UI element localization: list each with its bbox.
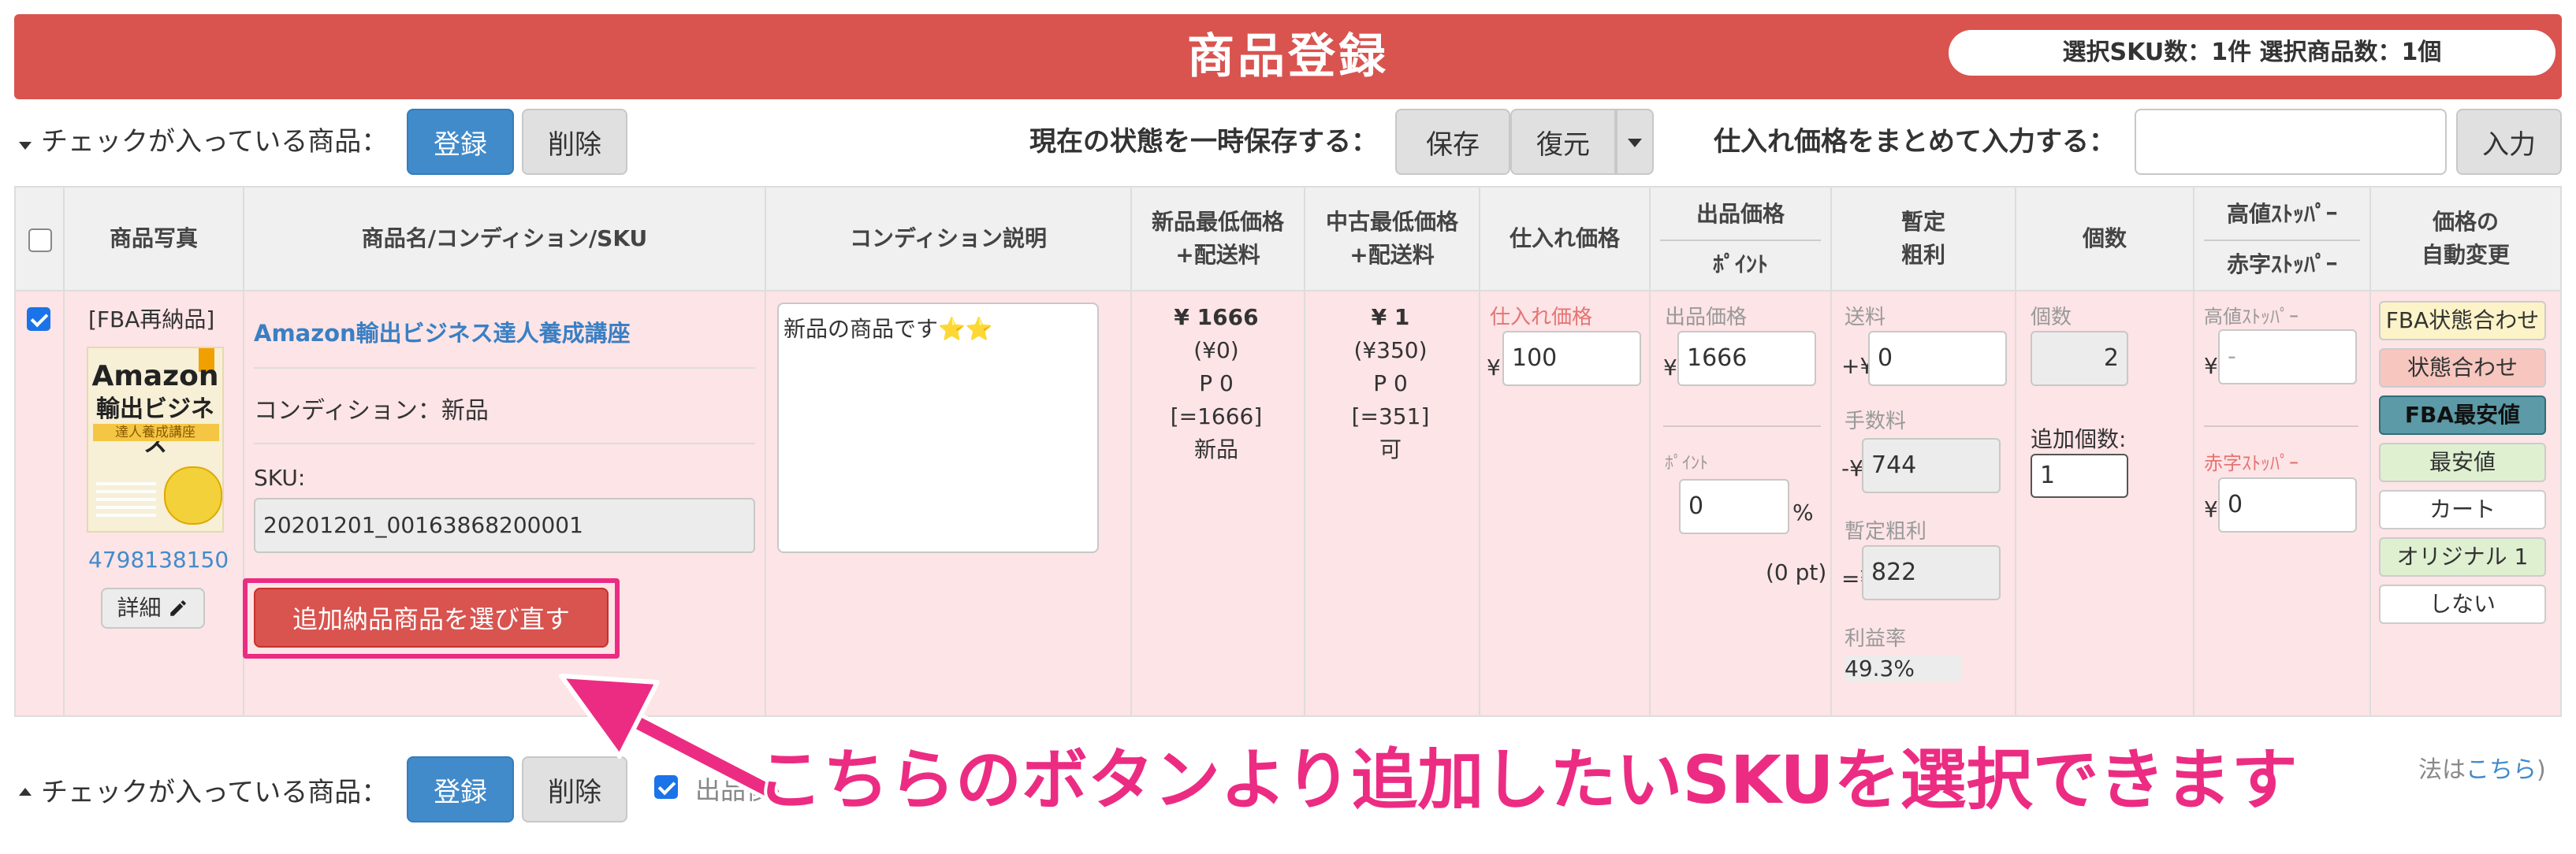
fba-restock-tag: [FBA再納品] bbox=[88, 306, 215, 332]
pencil-icon bbox=[170, 600, 187, 616]
auto-option-none[interactable]: しない bbox=[2379, 585, 2546, 624]
caret-down-icon bbox=[19, 137, 32, 152]
checked-items-label: チェックが入っている商品： bbox=[41, 126, 389, 158]
detail-button[interactable]: 詳細 bbox=[101, 588, 205, 629]
col-auto-price: 価格の 自動変更 bbox=[2421, 209, 2510, 268]
highlight-frame bbox=[243, 578, 620, 659]
caret-up-icon bbox=[19, 783, 32, 798]
gross-profit-field: 822 bbox=[1862, 545, 2001, 600]
restore-dropdown-toggle[interactable] bbox=[1616, 109, 1654, 175]
point-input[interactable]: 0 bbox=[1679, 479, 1789, 534]
col-used-min: 中古最低価格 +配送料 bbox=[1325, 209, 1458, 268]
save-button[interactable]: 保存 bbox=[1395, 109, 1510, 175]
shipping-input[interactable]: 0 bbox=[1868, 331, 2007, 386]
purchase-price-label: 仕入れ価格 bbox=[1490, 306, 1593, 329]
product-name-link[interactable]: Amazon輸出ビジネス達人養成講座 bbox=[254, 315, 631, 348]
register-button[interactable]: 登録 bbox=[407, 109, 514, 175]
additional-quantity-input[interactable]: 1 bbox=[2031, 454, 2128, 498]
listing-price-input[interactable]: 1666 bbox=[1677, 331, 1816, 386]
purchase-price-input[interactable]: 100 bbox=[1502, 331, 1641, 386]
col-condition-desc: コンディション説明 bbox=[849, 225, 1048, 251]
auto-option-state[interactable]: 状態合わせ bbox=[2379, 348, 2546, 388]
page-header: 商品登録 選択SKU数：1件 選択商品数：1個 bbox=[14, 14, 2562, 99]
bulk-price-enter-button[interactable]: 入力 bbox=[2456, 109, 2562, 175]
select-all-checkbox[interactable] bbox=[28, 228, 52, 252]
col-quantity: 個数 bbox=[2082, 225, 2127, 251]
used-min-price: ¥ 1 (¥350) P 0 [=351] 可 bbox=[1351, 304, 1430, 462]
delete-button[interactable]: 削除 bbox=[522, 109, 627, 175]
caret-down-icon bbox=[1628, 139, 1642, 147]
sku-label: SKU: bbox=[254, 465, 306, 491]
checked-items-label-bottom: チェックが入っている商品： bbox=[41, 777, 389, 808]
register-button-bottom[interactable]: 登録 bbox=[407, 756, 514, 822]
col-profit: 暫定 粗利 bbox=[1900, 209, 1945, 268]
condition-desc-textarea[interactable] bbox=[777, 303, 1099, 553]
fee-field: 744 bbox=[1862, 438, 2001, 493]
annotation-text: こちらのボタンより追加したいSKUを選択できます bbox=[757, 741, 2298, 819]
profit-rate-value: 49.3% bbox=[1845, 655, 1962, 681]
product-image[interactable]: Amazon 輸出ビジネス 達人養成講座 bbox=[87, 347, 224, 533]
quantity-field: 2 bbox=[2031, 331, 2128, 386]
low-stopper-input[interactable]: 0 bbox=[2218, 477, 2357, 533]
row-checkbox[interactable] bbox=[27, 307, 50, 331]
col-purchase-price: 仕入れ価格 bbox=[1509, 225, 1620, 251]
col-photo: 商品写真 bbox=[109, 225, 198, 251]
bottom-option-checkbox[interactable] bbox=[654, 775, 678, 799]
point-value-text: (0 pt) bbox=[1766, 559, 1827, 585]
high-stopper-input[interactable]: - bbox=[2218, 329, 2357, 384]
delete-button-bottom[interactable]: 削除 bbox=[522, 756, 627, 822]
new-min-price: ¥ 1666 (¥0) P 0 [=1666] 新品 bbox=[1170, 304, 1263, 462]
col-listing-price: 出品価格 ﾎﾟｲﾝﾄ bbox=[1651, 188, 1830, 290]
col-new-min: 新品最低価格 +配送料 bbox=[1151, 209, 1284, 268]
auto-option-cart[interactable]: カート bbox=[2379, 490, 2546, 529]
asin-link[interactable]: 4798138150 bbox=[88, 547, 229, 573]
auto-option-original[interactable]: オリジナル 1 bbox=[2379, 537, 2546, 577]
selection-summary-badge: 選択SKU数：1件 選択商品数：1個 bbox=[1949, 30, 2556, 76]
save-state-label: 現在の状態を一時保存する： bbox=[1029, 126, 1378, 158]
howto-link[interactable]: こちら bbox=[2466, 756, 2537, 784]
listing-price-label: 出品価格 bbox=[1665, 306, 1748, 329]
auto-option-lowest[interactable]: 最安値 bbox=[2379, 443, 2546, 482]
auto-option-fba-state[interactable]: FBA状態合わせ bbox=[2379, 301, 2546, 340]
col-stopper: 高値ｽﾄｯﾊﾟｰ 赤字ｽﾄｯﾊﾟｰ bbox=[2194, 188, 2369, 290]
page: 商品登録 選択SKU数：1件 選択商品数：1個 チェックが入っている商品： 登録… bbox=[0, 0, 2576, 854]
col-name: 商品名/コンディション/SKU bbox=[361, 225, 648, 251]
point-label: ﾎﾟｲﾝﾄ bbox=[1665, 454, 1709, 473]
condition-text: コンディション：新品 bbox=[254, 397, 489, 425]
restore-button[interactable]: 復元 bbox=[1510, 109, 1616, 175]
sku-field[interactable]: 20201201_00163868200001 bbox=[254, 498, 755, 553]
bulk-price-label: 仕入れ価格をまとめて入力する： bbox=[1714, 126, 2116, 158]
auto-option-fba-lowest[interactable]: FBA最安値 bbox=[2379, 395, 2546, 435]
bulk-price-input[interactable] bbox=[2135, 109, 2447, 175]
